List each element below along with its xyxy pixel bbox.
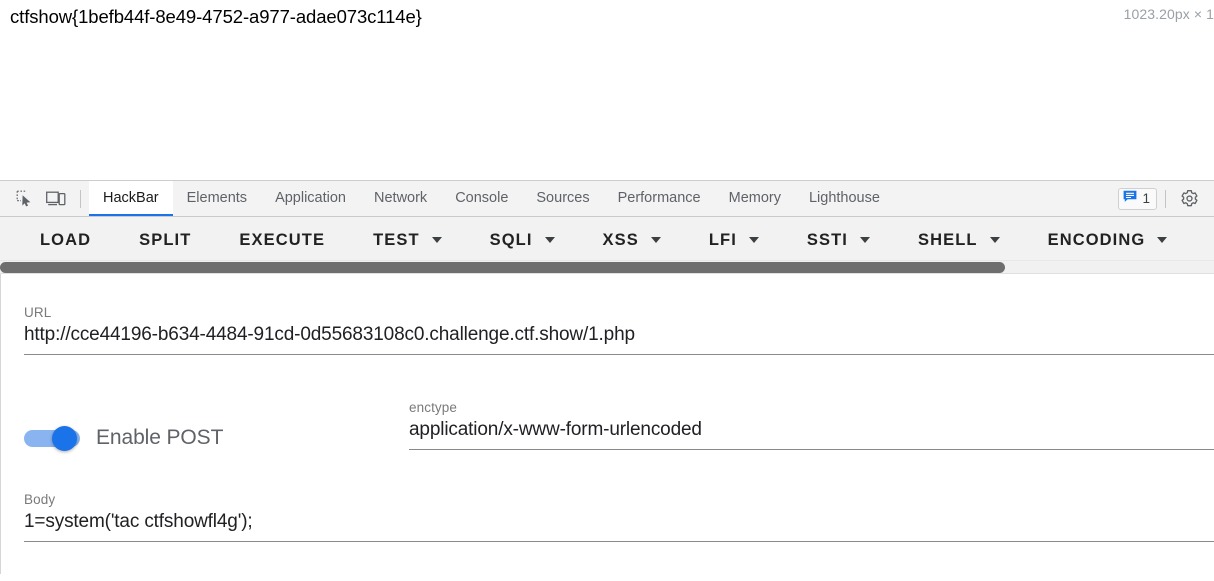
enctype-label: enctype xyxy=(409,400,457,415)
gear-icon[interactable] xyxy=(1174,184,1204,214)
tab-label: Memory xyxy=(728,189,781,206)
console-message-count: 1 xyxy=(1142,190,1150,206)
tab-label: Sources xyxy=(536,189,590,206)
hackbar-load-button[interactable]: LOAD xyxy=(40,231,117,250)
field-underline xyxy=(409,449,1214,450)
chevron-down-icon xyxy=(431,237,442,243)
page-viewport: ctfshow{1befb44f-8e49-4752-a977-adae073c… xyxy=(0,0,1214,180)
tab-label: HackBar xyxy=(103,189,159,206)
button-label: LOAD xyxy=(40,230,92,249)
body-label: Body xyxy=(24,492,56,507)
hackbar-horizontal-scrollbar[interactable] xyxy=(0,260,1214,273)
hackbar-split-button[interactable]: SPLIT xyxy=(139,231,217,250)
tab-lighthouse[interactable]: Lighthouse xyxy=(795,181,894,216)
tabstrip-right-controls: 1 xyxy=(1118,181,1214,216)
button-label: XSS xyxy=(602,230,639,249)
enable-post-toggle[interactable] xyxy=(24,426,80,451)
chevron-down-icon xyxy=(989,237,1000,243)
flag-output-text: ctfshow{1befb44f-8e49-4752-a977-adae073c… xyxy=(10,6,422,27)
url-field-group: URL http://cce44196-b634-4484-91cd-0d556… xyxy=(24,305,1214,355)
enctype-input[interactable]: application/x-www-form-urlencoded xyxy=(409,416,1214,444)
button-label: EXECUTE xyxy=(239,230,326,249)
enable-post-label: Enable POST xyxy=(96,426,224,449)
button-label: SHELL xyxy=(918,230,978,249)
url-input[interactable]: http://cce44196-b634-4484-91cd-0d5568310… xyxy=(24,321,1214,349)
hackbar-sqli-button[interactable]: SQLI xyxy=(490,231,581,250)
tab-hackbar[interactable]: HackBar xyxy=(89,181,173,216)
tab-network[interactable]: Network xyxy=(360,181,441,216)
body-field-group: Body 1=system('tac ctfshowfl4g'); xyxy=(24,492,1214,542)
message-bubble-icon xyxy=(1123,190,1137,208)
field-underline xyxy=(24,354,1214,355)
scrollbar-thumb[interactable] xyxy=(0,262,1005,273)
hackbar-action-bar: LOAD SPLIT EXECUTE TEST SQLI XSS LFI SST… xyxy=(0,217,1214,274)
hackbar-shell-button[interactable]: SHELL xyxy=(918,231,1026,250)
url-label: URL xyxy=(24,305,52,320)
inspect-element-icon[interactable] xyxy=(8,181,40,216)
hackbar-form: URL http://cce44196-b634-4484-91cd-0d556… xyxy=(0,274,1214,574)
button-label: LFI xyxy=(708,230,737,249)
tab-label: Lighthouse xyxy=(808,189,880,206)
button-label: SQLI xyxy=(489,230,533,249)
chevron-down-icon xyxy=(748,237,759,243)
button-label: ENCODING xyxy=(1047,230,1146,249)
chevron-down-icon xyxy=(544,237,555,243)
tab-label: Elements xyxy=(186,189,248,206)
chevron-down-icon xyxy=(1157,237,1168,243)
hackbar-encoding-button[interactable]: ENCODING xyxy=(1048,231,1194,250)
tab-label: Network xyxy=(374,189,428,206)
devtools-panel: HackBar Elements Application Network Con… xyxy=(0,180,1214,581)
chevron-down-icon xyxy=(860,237,870,243)
tab-label: Console xyxy=(455,189,509,206)
tab-label: Application xyxy=(275,189,346,206)
tab-performance[interactable]: Performance xyxy=(604,181,715,216)
tab-elements[interactable]: Elements xyxy=(173,181,261,216)
button-label: SSTI xyxy=(806,230,848,249)
hackbar-test-button[interactable]: TEST xyxy=(373,231,468,250)
devtools-tabstrip: HackBar Elements Application Network Con… xyxy=(0,181,1214,217)
console-message-badge[interactable]: 1 xyxy=(1118,187,1157,210)
hackbar-xss-button[interactable]: XSS xyxy=(603,231,687,250)
device-toolbar-icon[interactable] xyxy=(40,181,72,216)
tab-application[interactable]: Application xyxy=(261,181,360,216)
field-underline xyxy=(24,541,1214,542)
tab-sources[interactable]: Sources xyxy=(522,181,603,216)
tab-console[interactable]: Console xyxy=(441,181,522,216)
hackbar-ssti-button[interactable]: SSTI xyxy=(807,231,896,250)
chevron-down-icon xyxy=(650,237,661,243)
tab-memory[interactable]: Memory xyxy=(715,181,795,216)
body-input[interactable]: 1=system('tac ctfshowfl4g'); xyxy=(24,508,1214,536)
enable-post-row: Enable POST xyxy=(24,426,224,451)
viewport-size-badge: 1023.20px × 1 xyxy=(1123,6,1214,22)
tab-label: Performance xyxy=(617,189,701,206)
hackbar-action-buttons: LOAD SPLIT EXECUTE TEST SQLI XSS LFI SST… xyxy=(0,217,1214,263)
button-label: TEST xyxy=(373,230,420,249)
hackbar-lfi-button[interactable]: LFI xyxy=(709,231,785,250)
hackbar-execute-button[interactable]: EXECUTE xyxy=(239,231,351,250)
toolbar-divider xyxy=(80,189,81,208)
button-label: SPLIT xyxy=(139,230,192,249)
toolbar-divider xyxy=(1165,189,1166,208)
enctype-field-group: enctype application/x-www-form-urlencode… xyxy=(409,400,1214,450)
toggle-knob xyxy=(52,426,77,451)
